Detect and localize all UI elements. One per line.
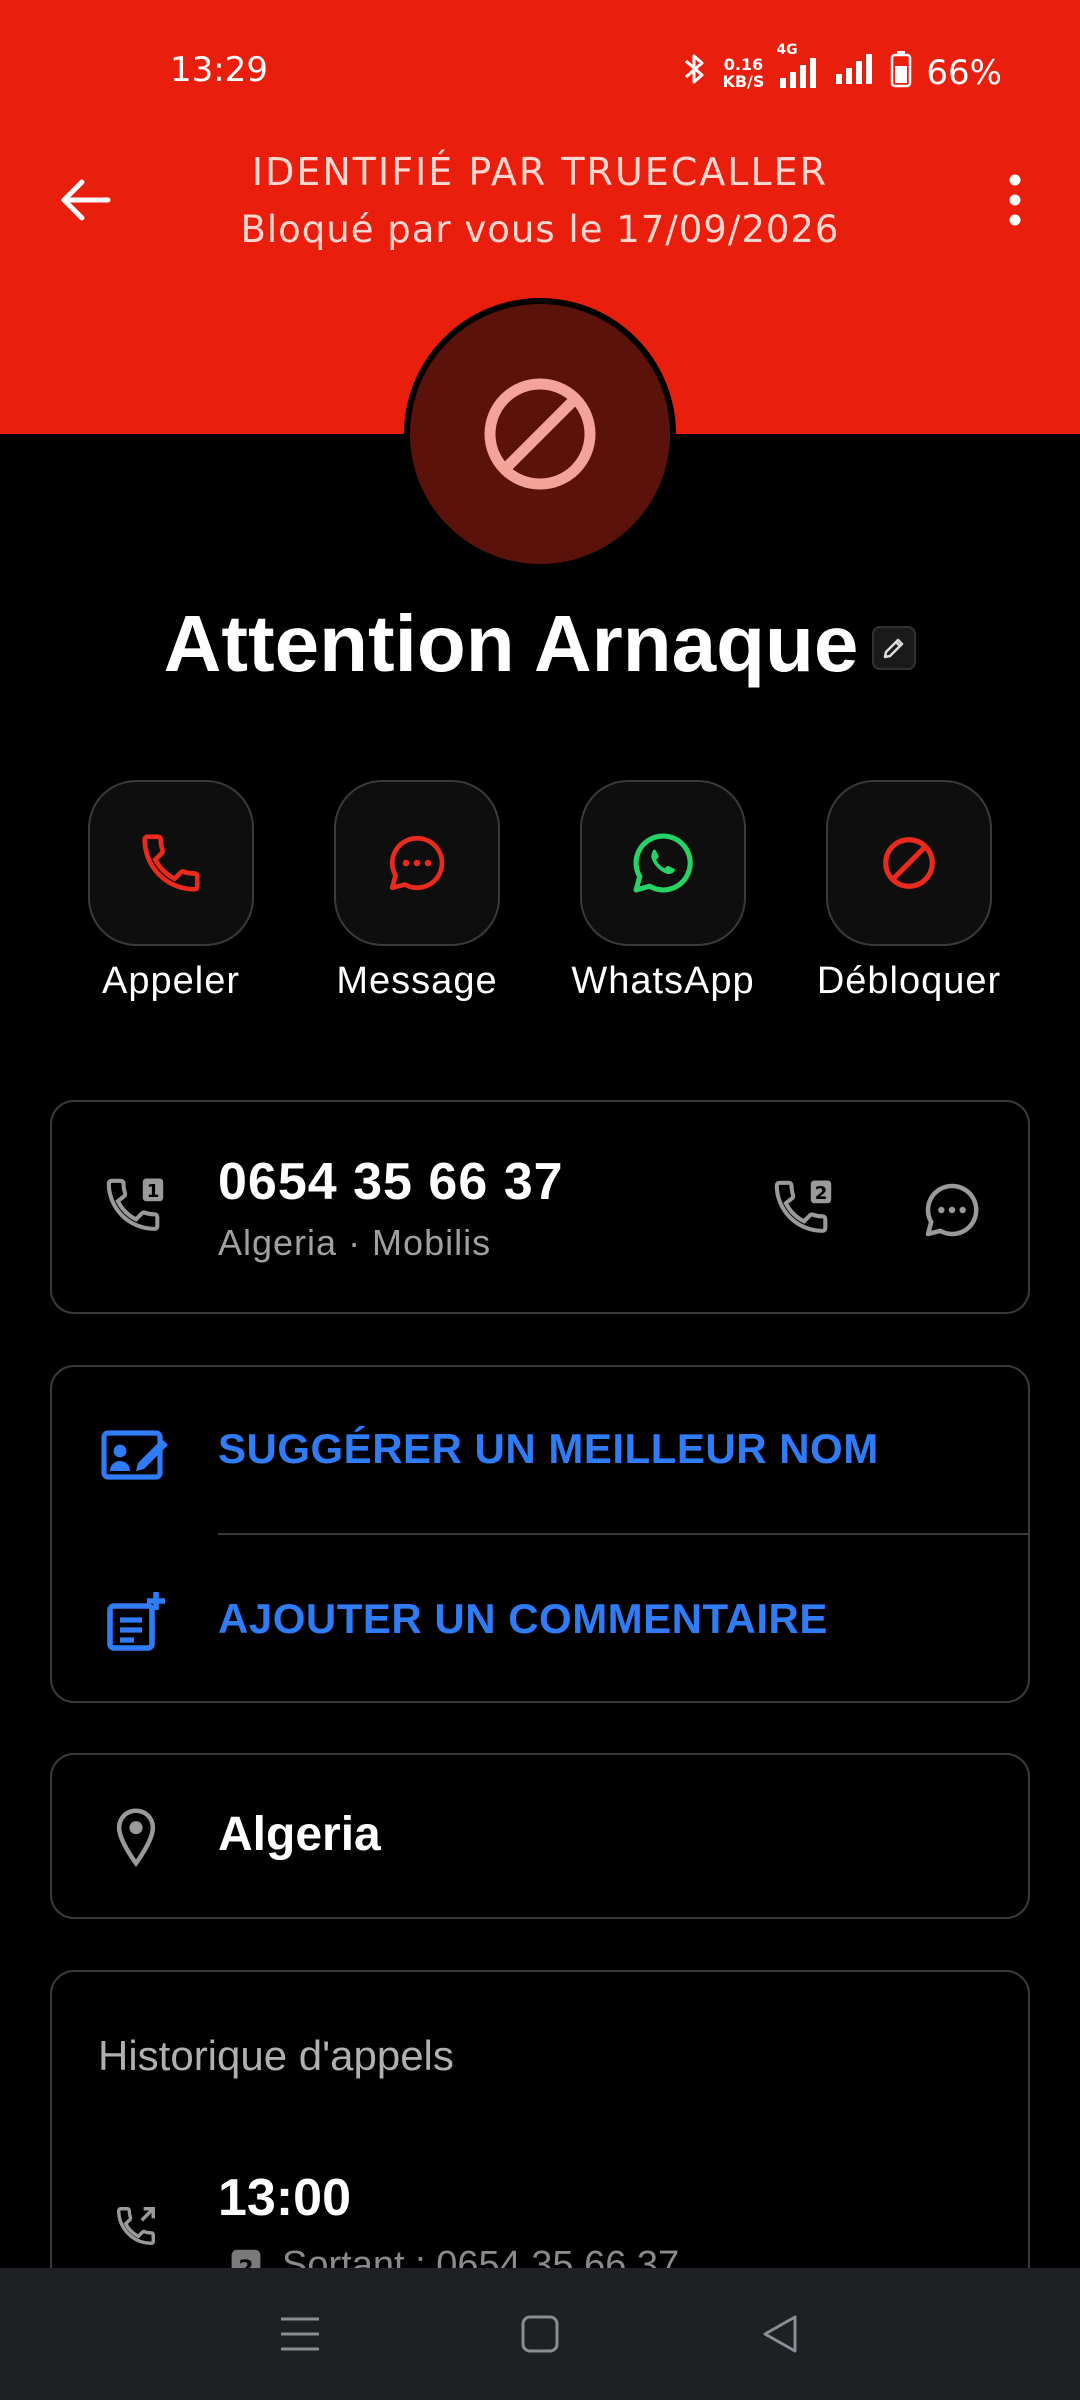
- location-card: Algeria: [50, 1753, 1030, 1919]
- whatsapp-icon: [633, 833, 693, 893]
- message-icon: [925, 1183, 979, 1237]
- square-icon: [521, 2315, 559, 2353]
- header-title: IDENTIFIÉ PAR TRUECALLER: [251, 150, 829, 194]
- status-icons: 0.16 KB/S 4G 66%: [682, 42, 1002, 96]
- call-sim2-button[interactable]: 2: [762, 1168, 846, 1252]
- whatsapp-label: WhatsApp: [571, 960, 755, 1002]
- block-icon: [883, 837, 935, 889]
- more-vertical-icon: [1009, 174, 1021, 226]
- add-comment-row[interactable]: AJOUTER UN COMMENTAIRE: [52, 1537, 1028, 1705]
- unblock-action[interactable]: Débloquer: [799, 780, 1019, 1003]
- recents-button[interactable]: [260, 2294, 340, 2374]
- call-button[interactable]: [88, 780, 254, 946]
- contact-name: Attention Arnaque: [163, 599, 859, 688]
- pencil-icon: [884, 638, 904, 659]
- suggest-name-link[interactable]: SUGGÉRER UN MEILLEUR NOM: [218, 1425, 879, 1473]
- quick-actions: Appeler Message WhatsApp Débloquer: [0, 780, 1080, 1010]
- phone-card[interactable]: 1 0654 35 66 37 Algeria · Mobilis 2: [50, 1100, 1030, 1314]
- phone-carrier: Algeria · Mobilis: [218, 1222, 492, 1263]
- outgoing-call-icon: [96, 2186, 176, 2266]
- message-label: Message: [336, 960, 498, 1002]
- phone-number[interactable]: 0654 35 66 37: [218, 1152, 564, 1212]
- menu-lines-icon: [281, 2317, 319, 2351]
- system-nav-bar: [0, 2268, 1080, 2400]
- back-nav-button[interactable]: [740, 2294, 820, 2374]
- signal-4g-icon: 4G: [776, 42, 820, 90]
- call-label: Appeler: [102, 960, 240, 1002]
- suggest-name-row[interactable]: SUGGÉRER UN MEILLEUR NOM: [52, 1367, 1028, 1535]
- message-icon: [389, 835, 445, 891]
- divider: [218, 1533, 1028, 1535]
- message-action[interactable]: Message: [307, 780, 527, 1003]
- name-row: Attention Arnaque: [0, 598, 1080, 690]
- signal-icon: [834, 52, 876, 94]
- add-comment-icon: [96, 1581, 176, 1661]
- battery-icon: [890, 50, 912, 96]
- location-pin-icon: [96, 1797, 176, 1877]
- home-button[interactable]: [500, 2294, 580, 2374]
- message-button[interactable]: [334, 780, 500, 946]
- avatar: [404, 298, 676, 570]
- send-sms-button[interactable]: [910, 1168, 994, 1252]
- svg-text:1: 1: [147, 1181, 160, 1202]
- unblock-button[interactable]: [826, 780, 992, 946]
- edit-name-icon: [96, 1413, 176, 1493]
- contribute-card: SUGGÉRER UN MEILLEUR NOM AJOUTER UN COMM…: [50, 1365, 1030, 1703]
- call-history-title: Historique d'appels: [98, 2032, 454, 2079]
- call-sim2-icon: 2: [774, 1180, 832, 1233]
- battery-percent: 66%: [926, 53, 1002, 93]
- status-time: 13:29: [170, 50, 268, 90]
- call-history-time[interactable]: 13:00: [218, 2168, 351, 2228]
- bluetooth-icon: [682, 51, 708, 95]
- more-options-button[interactable]: [980, 165, 1050, 235]
- whatsapp-action[interactable]: WhatsApp: [553, 780, 773, 1003]
- call-action[interactable]: Appeler: [61, 780, 281, 1003]
- blocked-date: Bloqué par vous le 17/09/2026: [240, 208, 840, 251]
- whatsapp-button[interactable]: [580, 780, 746, 946]
- net-speed: 0.16 KB/S: [722, 55, 765, 91]
- location-country: Algeria: [218, 1808, 381, 1861]
- unblock-label: Débloquer: [816, 960, 1002, 1002]
- edit-name-button[interactable]: [872, 626, 917, 670]
- status-bar: 13:29 0.16 KB/S 4G 66%: [0, 0, 1080, 140]
- triangle-back-icon: [763, 2315, 797, 2353]
- svg-text:2: 2: [815, 1183, 828, 1204]
- blocked-avatar-icon: [484, 378, 596, 490]
- call-sim1-icon: 1: [96, 1168, 176, 1248]
- add-comment-link[interactable]: AJOUTER UN COMMENTAIRE: [218, 1595, 828, 1643]
- phone-icon: [142, 834, 200, 892]
